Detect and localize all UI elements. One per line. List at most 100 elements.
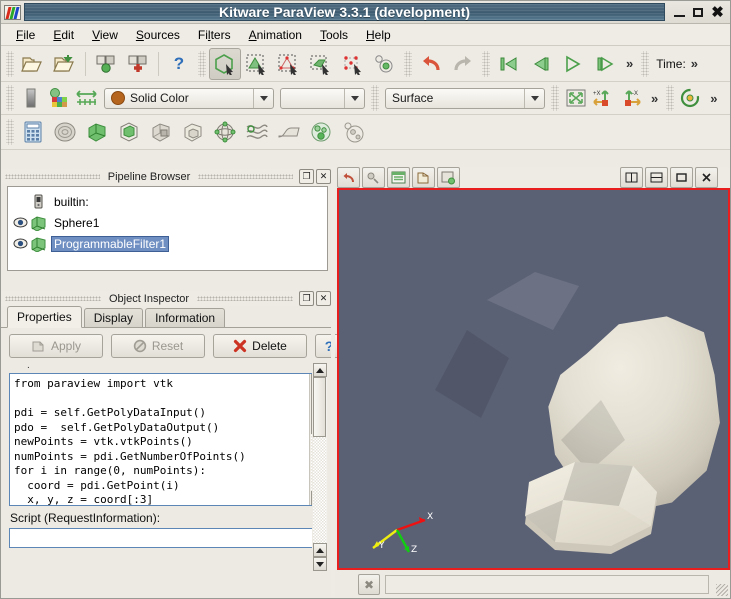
script-editor[interactable]: from paraview import vtk pdi = self.GetP… — [9, 373, 326, 506]
clip-filter-icon[interactable] — [81, 116, 113, 148]
reset-center-icon[interactable] — [437, 167, 460, 188]
undo-icon[interactable] — [415, 48, 447, 80]
calculator-filter-icon[interactable] — [17, 116, 49, 148]
connect-server-icon[interactable] — [90, 48, 122, 80]
warp-filter-icon[interactable] — [273, 116, 305, 148]
select-surface-points-icon[interactable] — [337, 48, 369, 80]
split-vertical-icon[interactable] — [645, 167, 668, 188]
display-toolbar-grip[interactable] — [6, 85, 14, 111]
inspector-panel-scrollbar[interactable] — [312, 363, 328, 571]
save-data-icon[interactable] — [49, 48, 81, 80]
rotate-toolbar-grip[interactable] — [666, 85, 675, 111]
reset-button[interactable]: Reset — [111, 334, 205, 358]
resize-grip-icon[interactable] — [716, 584, 728, 596]
panel-scroll-thumb[interactable] — [313, 377, 326, 437]
inspector-undock-button[interactable]: ❐ — [299, 291, 314, 306]
minimize-button[interactable] — [673, 6, 686, 19]
menu-view[interactable]: View — [83, 26, 127, 44]
time-toolbar-overflow[interactable]: » — [686, 56, 703, 71]
panel-scroll-down-button[interactable] — [313, 557, 327, 571]
script-editor-code[interactable]: from paraview import vtk pdi = self.GetP… — [10, 374, 309, 505]
select-points-icon[interactable] — [273, 48, 305, 80]
disconnect-server-icon[interactable] — [122, 48, 154, 80]
first-frame-icon[interactable] — [493, 48, 525, 80]
main-toolbar-overflow[interactable]: » — [621, 56, 638, 71]
menu-help[interactable]: Help — [357, 26, 400, 44]
tab-properties[interactable]: Properties — [7, 306, 82, 328]
rescale-range-icon[interactable] — [73, 84, 101, 112]
pipeline-tree[interactable]: builtin: Sphere1 ProgrammableFilter1 — [7, 186, 328, 271]
array-component-combo[interactable] — [280, 87, 365, 109]
maximize-button[interactable] — [692, 6, 705, 19]
set-view-minus-x-icon[interactable]: -X — [618, 84, 646, 112]
toolbar-grip-vcr[interactable] — [482, 50, 490, 77]
extract-level-icon[interactable] — [337, 116, 369, 148]
scalar-bar-icon[interactable] — [17, 84, 45, 112]
toolbar-grip-undo[interactable] — [404, 50, 412, 77]
set-view-plus-x-icon[interactable]: +X — [590, 84, 618, 112]
help-icon[interactable]: ? — [163, 48, 195, 80]
pipeline-close-button[interactable]: ✕ — [316, 169, 332, 184]
open-file-icon[interactable] — [17, 48, 49, 80]
play-icon[interactable] — [557, 48, 589, 80]
panel-scroll-up-button[interactable] — [313, 363, 327, 377]
toolbar-grip-selection[interactable] — [198, 50, 206, 77]
menu-tools[interactable]: Tools — [311, 26, 357, 44]
cancel-button[interactable]: ✖ — [358, 574, 380, 595]
menu-animation[interactable]: Animation — [240, 26, 311, 44]
chevron-down-icon[interactable] — [524, 88, 544, 108]
next-frame-icon[interactable] — [589, 48, 621, 80]
representation-combo[interactable]: Surface — [385, 87, 545, 109]
chevron-down-icon[interactable] — [344, 88, 364, 108]
rotate-toolbar-overflow[interactable]: » — [705, 91, 722, 106]
filters-toolbar-grip[interactable] — [6, 119, 14, 145]
undo-camera-icon[interactable] — [337, 167, 360, 188]
stream-tracer-icon[interactable] — [241, 116, 273, 148]
panel-splitter[interactable] — [331, 167, 335, 597]
show-center-axes-icon[interactable] — [387, 167, 410, 188]
close-view-icon[interactable] — [695, 167, 718, 188]
pipeline-undock-button[interactable]: ❐ — [299, 169, 315, 184]
visibility-eye-icon[interactable] — [13, 237, 28, 250]
visibility-eye-icon[interactable] — [13, 216, 28, 229]
threshold-filter-icon[interactable] — [145, 116, 177, 148]
select-block-icon[interactable] — [369, 48, 401, 80]
pick-center-icon[interactable] — [412, 167, 435, 188]
redo-camera-icon[interactable] — [362, 167, 385, 188]
group-datasets-icon[interactable] — [305, 116, 337, 148]
request-information-input[interactable] — [9, 528, 326, 548]
toolbar-grip[interactable] — [6, 50, 14, 77]
camera-rotate-icon[interactable] — [677, 84, 705, 112]
toolbar-grip-time[interactable] — [641, 50, 650, 77]
slice-filter-icon[interactable] — [113, 116, 145, 148]
pipeline-item-programmablefilter1[interactable]: ProgrammableFilter1 — [11, 233, 324, 254]
menu-file[interactable]: File — [7, 26, 44, 44]
panel-scroll-track[interactable] — [313, 377, 327, 543]
reset-camera-icon[interactable] — [562, 84, 590, 112]
display-toolbar-overflow[interactable]: » — [646, 91, 663, 106]
camera-toolbar-grip[interactable] — [551, 85, 559, 111]
tab-display[interactable]: Display — [83, 308, 144, 327]
apply-button[interactable]: Apply — [9, 334, 103, 358]
render-view-3d[interactable]: X Y Z — [337, 188, 730, 570]
extract-subset-icon[interactable] — [177, 116, 209, 148]
inspector-close-button[interactable]: ✕ — [316, 291, 331, 306]
chevron-down-icon[interactable] — [253, 88, 273, 108]
pipeline-item-sphere1[interactable]: Sphere1 — [11, 212, 324, 233]
previous-frame-icon[interactable] — [525, 48, 557, 80]
tab-information[interactable]: Information — [145, 308, 226, 327]
select-cells-through-icon[interactable] — [209, 47, 241, 80]
split-horizontal-icon[interactable] — [620, 167, 643, 188]
close-button[interactable]: ✖ — [711, 5, 724, 20]
pipeline-item-builtin[interactable]: builtin: — [11, 191, 324, 212]
menu-edit[interactable]: Edit — [44, 26, 83, 44]
panel-scroll-down-button-up[interactable] — [313, 543, 327, 557]
contour-filter-icon[interactable] — [49, 116, 81, 148]
representation-toolbar-grip[interactable] — [371, 85, 379, 111]
maximize-view-icon[interactable] — [670, 167, 693, 188]
redo-icon[interactable] — [447, 48, 479, 80]
delete-button[interactable]: Delete — [213, 334, 307, 358]
color-by-combo[interactable]: Solid Color — [104, 87, 274, 109]
menu-sources[interactable]: Sources — [127, 26, 189, 44]
select-points-through-icon[interactable] — [241, 48, 273, 80]
